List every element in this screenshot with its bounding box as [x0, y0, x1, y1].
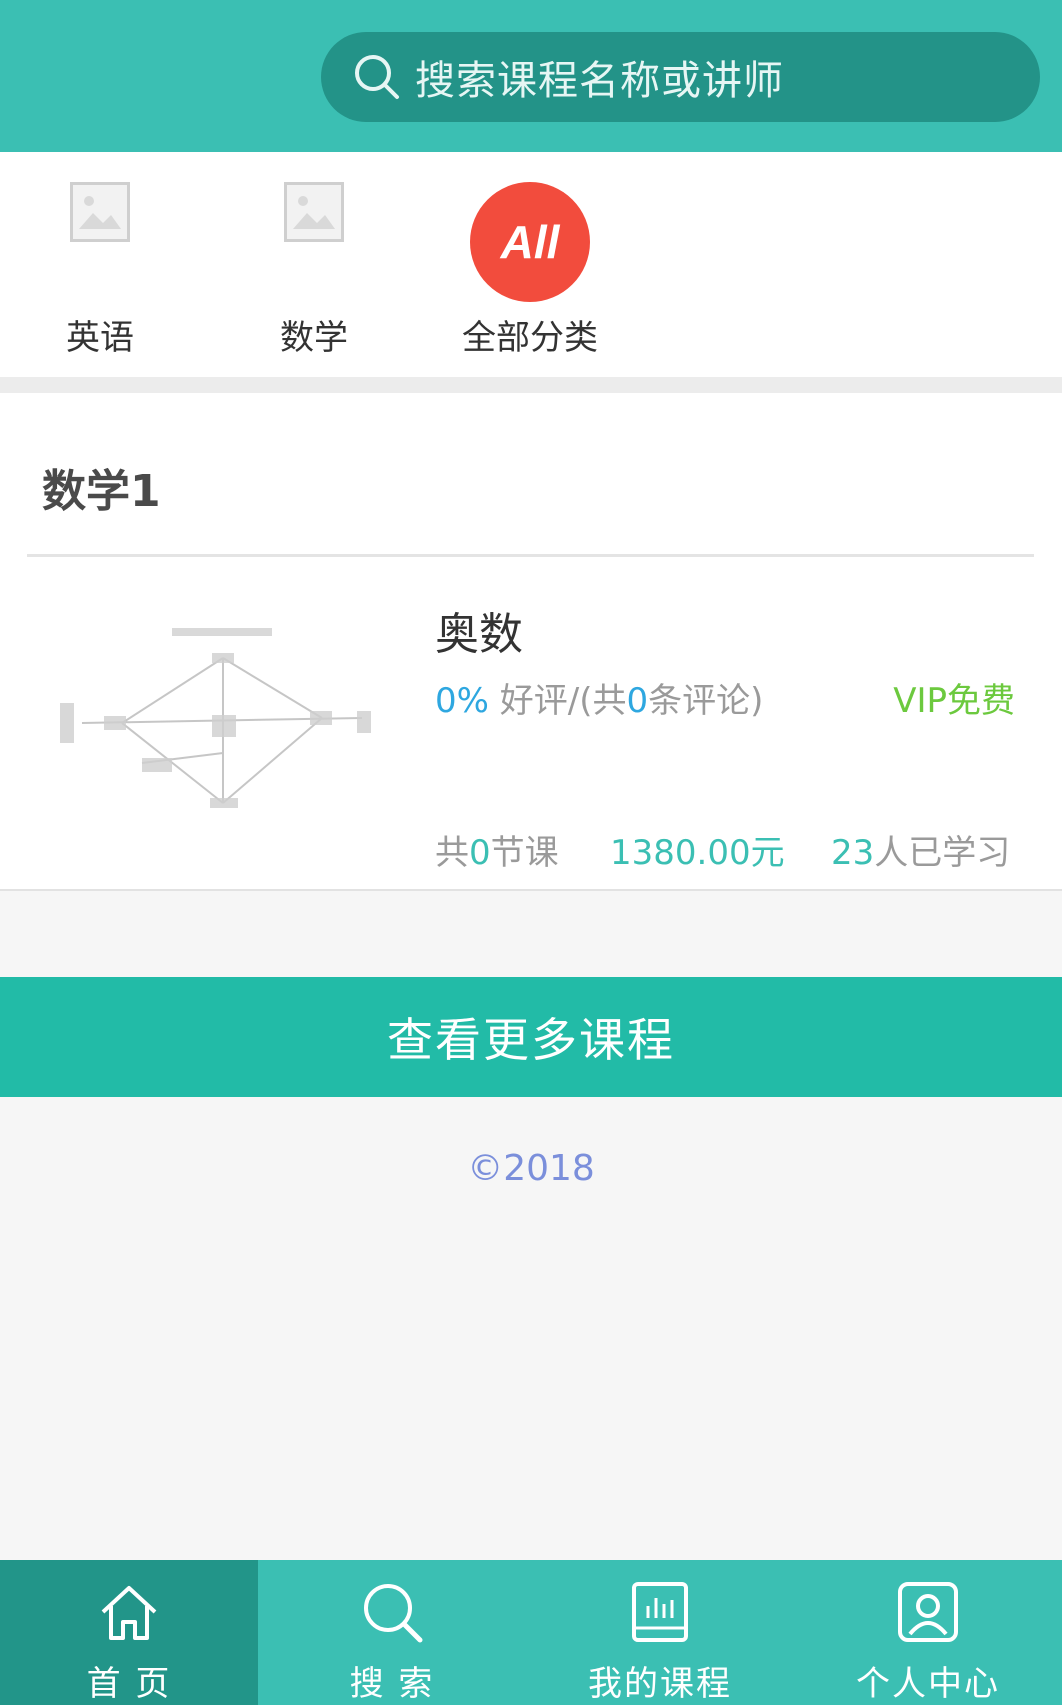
divider: [27, 554, 1034, 557]
all-badge-text: All: [500, 216, 560, 268]
learner-count: 23人已学习: [831, 825, 1010, 874]
category-label: 数学: [280, 318, 348, 358]
image-placeholder-icon: [70, 182, 130, 242]
search-input[interactable]: 搜索课程名称或讲师: [321, 32, 1040, 122]
course-section: 数学1 奥数 0% 好评/(共0条评论) VIP免费 共0节课 1380.00元…: [0, 393, 1062, 891]
divider: [0, 377, 1062, 393]
lesson-prefix: 共: [435, 833, 469, 873]
rating-percent: 0%: [435, 681, 489, 721]
category-english[interactable]: 英语: [0, 152, 200, 377]
tab-label: 搜 索: [349, 1664, 435, 1704]
rating-text: 好评/(共: [488, 681, 627, 721]
search-placeholder: 搜索课程名称或讲师: [415, 58, 784, 104]
tab-my-courses[interactable]: 我的课程: [526, 1560, 794, 1705]
course-price: 1380.00元: [610, 833, 785, 873]
course-rating: 0% 好评/(共0条评论): [435, 673, 763, 722]
user-icon: [898, 1582, 958, 1642]
tab-label: 个人中心: [856, 1664, 1000, 1704]
diagram-thumbnail-image: [60, 628, 371, 808]
tab-search[interactable]: 搜 索: [258, 1560, 526, 1705]
book-icon: [632, 1582, 688, 1642]
course-title[interactable]: 奥数: [435, 598, 523, 662]
tab-label: 我的课程: [588, 1664, 732, 1704]
learner-suffix: 人已学习: [874, 833, 1011, 873]
home-icon: [101, 1586, 157, 1640]
bottom-nav: 首 页 搜 索 我的课程 个人中心: [0, 1560, 1062, 1705]
top-bar: 搜索课程名称或讲师: [0, 0, 1062, 152]
tab-label: 首 页: [86, 1664, 172, 1704]
view-more-courses-button[interactable]: 查看更多课程: [0, 977, 1062, 1097]
rating-text-end: 条评论): [648, 681, 764, 721]
learner-number: 23: [831, 833, 875, 873]
course-thumbnail[interactable]: [42, 603, 404, 828]
all-categories-icon: All: [470, 182, 590, 302]
category-math[interactable]: 数学: [214, 152, 414, 377]
image-placeholder-icon: [284, 182, 344, 242]
lesson-number: 0: [469, 833, 491, 873]
lesson-suffix: 节课: [490, 833, 559, 873]
category-label: 全部分类: [462, 318, 598, 358]
tab-home[interactable]: 首 页: [0, 1560, 258, 1705]
copyright-text: ©2018: [467, 1148, 595, 1189]
review-count: 0: [626, 681, 649, 721]
category-row: 英语 数学 All 全部分类: [0, 152, 1062, 377]
category-label: 英语: [66, 318, 134, 358]
section-title: 数学1: [42, 466, 161, 517]
lesson-count: 共0节课: [435, 825, 559, 874]
search-icon: [364, 1584, 423, 1643]
tab-profile[interactable]: 个人中心: [794, 1560, 1062, 1705]
search-icon: [355, 55, 399, 99]
vip-free-badge: VIP免费: [893, 681, 1015, 721]
category-all[interactable]: All 全部分类: [430, 152, 630, 377]
